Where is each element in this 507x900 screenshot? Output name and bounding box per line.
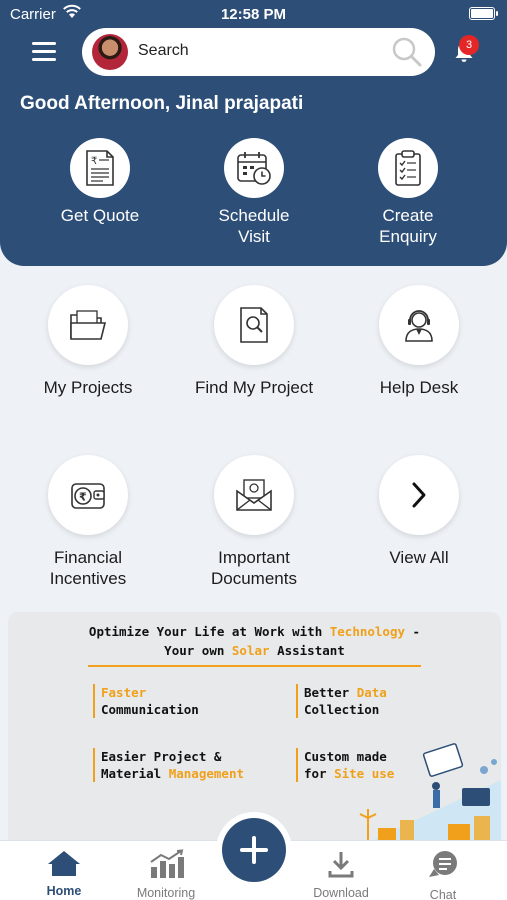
support-agent-icon [379, 285, 459, 365]
nav-monitoring-label: Monitoring [136, 886, 196, 900]
feature-text: Communication [101, 702, 199, 717]
feature-text: Material [101, 766, 169, 781]
chevron-right-icon [379, 455, 459, 535]
my-projects-label: My Projects [43, 378, 133, 397]
home-icon [48, 851, 80, 876]
feature-item: Easier Project & Material Management [93, 748, 244, 782]
important-documents-tile[interactable]: Important Documents [169, 455, 339, 589]
create-enquiry-button[interactable]: Create Enquiry [343, 138, 473, 247]
help-desk-label: Help Desk [379, 378, 459, 397]
important-documents-label: Important Documents [211, 548, 297, 588]
quote-document-icon: ₹ [70, 138, 130, 198]
financial-incentives-label: Financial Incentives [49, 548, 127, 588]
nav-download[interactable]: Download [296, 849, 386, 900]
battery-icon [469, 7, 498, 20]
clipboard-checklist-icon [378, 138, 438, 198]
schedule-visit-label: Schedule Visit [218, 206, 290, 246]
envelope-document-icon [214, 455, 294, 535]
svg-text:₹: ₹ [79, 491, 87, 504]
view-all-label: View All [389, 548, 449, 567]
clock: 12:58 PM [220, 6, 287, 23]
feature-item: Better Data Collection [296, 684, 387, 718]
menu-button[interactable] [32, 42, 56, 62]
status-bar: Carrier 12:58 PM [0, 0, 507, 28]
banner-title-text: Optimize Your Life at Work with [88, 624, 330, 639]
svg-text:₹: ₹ [91, 156, 97, 167]
feature-text: Better [304, 685, 357, 700]
nav-home-label: Home [46, 884, 82, 898]
get-quote-button[interactable]: ₹ Get Quote [35, 138, 165, 226]
find-my-project-tile[interactable]: Find My Project [169, 285, 339, 398]
feature-text: Easier Project & [101, 749, 222, 764]
nav-download-label: Download [313, 886, 369, 900]
banner-subtitle-highlight: Solar [231, 643, 270, 658]
banner-title-highlight: Technology [329, 624, 406, 639]
avatar[interactable] [92, 34, 128, 70]
search-icon[interactable] [391, 36, 423, 68]
nav-monitoring[interactable]: Monitoring [121, 849, 211, 900]
nav-chat-label: Chat [429, 888, 457, 900]
folder-icon [48, 285, 128, 365]
header: Carrier 12:58 PM Search 3 Good Afternoon… [0, 0, 507, 266]
document-search-icon [214, 285, 294, 365]
greeting-text: Good Afternoon, Jinal prajapati [20, 93, 304, 114]
banner-title-text: - [405, 624, 421, 639]
nav-chat[interactable]: Chat [398, 849, 488, 900]
banner-divider [88, 665, 421, 667]
my-projects-tile[interactable]: My Projects [3, 285, 173, 398]
solar-city-illustration [348, 743, 501, 852]
feature-text: for [304, 766, 335, 781]
feature-text: Collection [304, 702, 380, 717]
notification-badge: 3 [459, 35, 479, 55]
search-bar[interactable]: Search [82, 28, 435, 76]
feature-highlight: Data [356, 685, 387, 700]
download-icon [328, 852, 354, 878]
view-all-tile[interactable]: View All [334, 455, 504, 568]
add-button[interactable] [222, 818, 286, 882]
help-desk-tile[interactable]: Help Desk [334, 285, 504, 398]
find-my-project-label: Find My Project [194, 378, 314, 397]
banner-title: Optimize Your Life at Work with Technolo… [8, 622, 501, 660]
schedule-visit-button[interactable]: Schedule Visit [189, 138, 319, 247]
feature-item: Faster Communication [93, 684, 199, 718]
bar-chart-icon [150, 849, 184, 878]
feature-highlight: Management [168, 766, 244, 781]
nav-home[interactable]: Home [19, 849, 109, 898]
feature-highlight: Faster [101, 685, 147, 700]
banner-subtitle-text: Assistant [269, 643, 345, 658]
promo-banner[interactable]: Optimize Your Life at Work with Technolo… [8, 612, 501, 852]
search-input[interactable]: Search [138, 42, 189, 60]
rupee-wallet-icon: ₹ [48, 455, 128, 535]
banner-subtitle-text: Your own [164, 643, 232, 658]
financial-incentives-tile[interactable]: ₹ Financial Incentives [3, 455, 173, 589]
chat-bubble-icon [429, 851, 457, 877]
get-quote-label: Get Quote [60, 206, 140, 225]
calendar-clock-icon [224, 138, 284, 198]
create-enquiry-label: Create Enquiry [379, 206, 437, 246]
